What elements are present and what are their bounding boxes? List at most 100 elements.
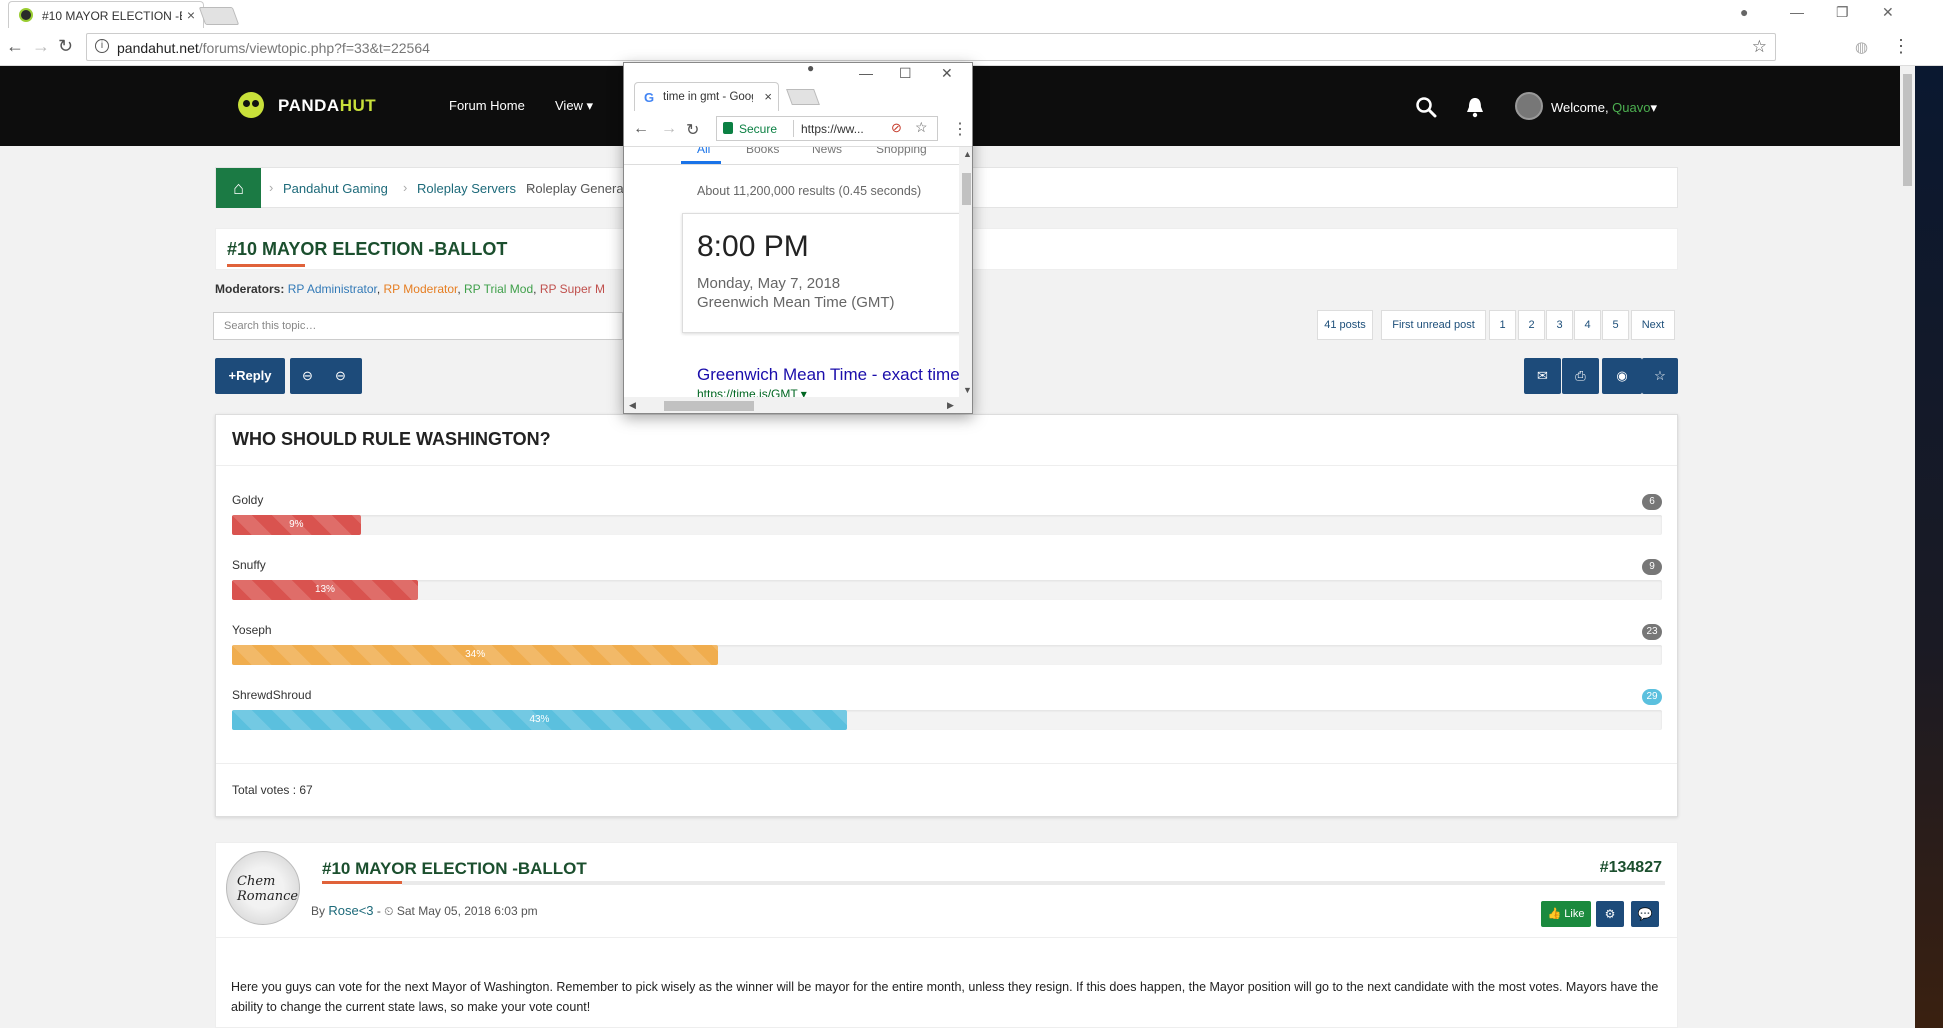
author-avatar[interactable]: Chem Romance xyxy=(226,851,300,925)
site-logo[interactable]: PANDAHUT xyxy=(278,96,376,116)
post-meta: By Rose<3 - ⏲ Sat May 05, 2018 6:03 pm xyxy=(311,903,538,918)
bookmark-star-icon[interactable]: ☆ xyxy=(1752,37,1767,57)
search-tab-books[interactable]: Books xyxy=(746,147,779,156)
post-date: - ⏲ Sat May 05, 2018 6:03 pm xyxy=(373,904,538,918)
restore-icon[interactable]: ❐ xyxy=(1836,4,1849,21)
breadcrumb-pandahut-gaming[interactable]: Pandahut Gaming xyxy=(283,181,388,196)
nav-view-dropdown[interactable]: View ▾ xyxy=(555,98,593,114)
close-window-icon[interactable]: ✕ xyxy=(941,65,953,82)
profile-icon[interactable]: ● xyxy=(807,63,814,75)
page-2-link[interactable]: 2 xyxy=(1518,310,1545,340)
vote-count-badge: 29 xyxy=(1642,689,1662,705)
home-icon[interactable]: ⌂ xyxy=(216,168,261,208)
topic-tools-icon[interactable]: ⊖ xyxy=(302,358,313,394)
page-scrollbar-thumb[interactable] xyxy=(1903,74,1912,186)
browser-tab-active[interactable]: #10 MAYOR ELECTION -BALLOT × xyxy=(8,1,204,28)
reply-button[interactable]: +Reply xyxy=(215,358,285,394)
like-button[interactable]: 👍 Like xyxy=(1541,901,1591,927)
search-tab-all[interactable]: All xyxy=(697,147,710,156)
timezone-value: Greenwich Mean Time (GMT) xyxy=(697,294,895,311)
new-tab-button[interactable] xyxy=(786,89,820,105)
reload-icon[interactable]: ↻ xyxy=(58,36,73,57)
search-topic-input[interactable]: Search this topic… xyxy=(213,312,623,340)
post-card: Chem Romance #10 MAYOR ELECTION -BALLOT … xyxy=(215,842,1678,1028)
popup-address-row: ← → ↻ Secure https://ww... ⊘ ☆ ⋮ xyxy=(624,111,972,147)
watch-eye-icon[interactable]: ◉ xyxy=(1602,358,1642,394)
moderator-rp-trial-mod[interactable]: RP Trial Mod xyxy=(464,282,533,296)
popup-horizontal-scroll-thumb[interactable] xyxy=(664,401,754,411)
minimize-icon[interactable]: — xyxy=(1790,4,1804,20)
pandahut-favicon-icon xyxy=(19,8,33,22)
profile-icon[interactable]: ● xyxy=(1740,4,1748,20)
page-5-link[interactable]: 5 xyxy=(1602,310,1629,340)
chrome-menu-icon[interactable]: ⋮ xyxy=(952,119,968,139)
post-title[interactable]: #10 MAYOR ELECTION -BALLOT xyxy=(322,859,587,884)
page-title[interactable]: #10 MAYOR ELECTION -BALLOT xyxy=(227,239,507,267)
close-tab-icon[interactable]: × xyxy=(764,89,772,104)
page-1-link[interactable]: 1 xyxy=(1489,310,1516,340)
post-body: Here you guys can vote for the next Mayo… xyxy=(231,980,1659,1014)
search-result-link[interactable]: Greenwich Mean Time - exact time xyxy=(697,365,959,385)
info-icon[interactable]: i xyxy=(95,39,109,53)
new-tab-button[interactable] xyxy=(198,7,240,25)
nav-forum-home[interactable]: Forum Home xyxy=(449,98,525,113)
next-page-link[interactable]: Next xyxy=(1631,310,1675,340)
first-unread-link[interactable]: First unread post xyxy=(1381,310,1486,340)
poll-bar-track: 9% xyxy=(232,515,1662,535)
scroll-up-icon[interactable]: ▲ xyxy=(963,149,972,159)
notification-bell-icon[interactable] xyxy=(1465,96,1485,124)
breadcrumb-roleplay-servers[interactable]: Roleplay Servers xyxy=(417,181,516,196)
forward-arrow-icon[interactable]: → xyxy=(32,36,50,57)
popup-tab[interactable]: G time in gmt - Google Search × xyxy=(634,82,779,111)
page-3-link[interactable]: 3 xyxy=(1546,310,1573,340)
sort-icon[interactable]: ⊖ xyxy=(335,358,346,394)
moderator-rp-moderator[interactable]: RP Moderator xyxy=(384,282,458,296)
divider xyxy=(402,881,1665,885)
search-tab-shopping[interactable]: Shopping xyxy=(876,147,927,156)
close-tab-icon[interactable]: × xyxy=(187,7,195,23)
breadcrumb-roleplay-general[interactable]: Roleplay General xyxy=(526,181,626,196)
url-input[interactable]: i pandahut.net/forums/viewtopic.php?f=33… xyxy=(86,33,1776,61)
extension-icon[interactable]: ◍ xyxy=(1855,38,1868,56)
email-icon[interactable]: ✉ xyxy=(1524,358,1561,394)
user-avatar[interactable] xyxy=(1515,92,1543,120)
reload-icon[interactable]: ↻ xyxy=(686,120,699,140)
quote-icon[interactable]: 💬 xyxy=(1631,901,1659,927)
poll-option-name: Goldy xyxy=(232,493,264,507)
popup-vertical-scroll-thumb[interactable] xyxy=(962,173,971,205)
popup-tab-title: time in gmt - Google Search xyxy=(663,91,753,103)
bookmark-star-icon[interactable]: ☆ xyxy=(915,119,928,136)
poll-bar-fill: 9% xyxy=(232,515,361,535)
search-tab-news[interactable]: News xyxy=(812,147,842,156)
close-window-icon[interactable]: ✕ xyxy=(1882,4,1894,21)
minimize-icon[interactable]: — xyxy=(859,65,873,81)
vote-count-badge: 9 xyxy=(1642,559,1662,575)
total-votes: Total votes : 67 xyxy=(232,783,313,797)
post-id-link[interactable]: #134827 xyxy=(1600,859,1662,877)
popup-browser-window: G time in gmt - Google Search × ● — ☐ ✕ … xyxy=(623,62,973,414)
divider xyxy=(216,465,1677,466)
post-author-link[interactable]: Rose<3 xyxy=(328,903,373,918)
page-scrollbar[interactable] xyxy=(1900,66,1915,1028)
scroll-down-icon[interactable]: ▼ xyxy=(963,385,972,395)
search-icon[interactable] xyxy=(1415,96,1437,124)
topic-tools-group: ⊖ ⊖ xyxy=(290,358,362,394)
back-arrow-icon[interactable]: ← xyxy=(633,120,649,138)
scroll-right-icon[interactable]: ▶ xyxy=(947,400,954,411)
page-4-link[interactable]: 4 xyxy=(1574,310,1601,340)
blocked-popup-icon[interactable]: ⊘ xyxy=(891,120,902,136)
popup-url-input[interactable]: Secure https://ww... ⊘ ☆ xyxy=(716,116,938,141)
moderator-rp-super[interactable]: RP Super M xyxy=(540,282,605,296)
maximize-icon[interactable]: ☐ xyxy=(899,65,912,82)
user-menu[interactable]: Welcome, Quavo▾ xyxy=(1551,100,1657,116)
bookmark-star-icon[interactable]: ☆ xyxy=(1642,358,1678,394)
moderator-rp-administrator[interactable]: RP Administrator xyxy=(288,282,377,296)
scroll-left-icon[interactable]: ◀ xyxy=(629,400,636,411)
date-value: Monday, May 7, 2018 xyxy=(697,275,841,292)
forward-arrow-icon[interactable]: → xyxy=(661,120,677,138)
back-arrow-icon[interactable]: ← xyxy=(6,36,24,57)
chrome-menu-icon[interactable]: ⋮ xyxy=(1892,36,1910,57)
post-tools-icon[interactable]: ⚙ xyxy=(1596,901,1624,927)
panda-logo-icon[interactable] xyxy=(238,92,264,118)
print-icon[interactable]: ⎙ xyxy=(1562,358,1599,394)
